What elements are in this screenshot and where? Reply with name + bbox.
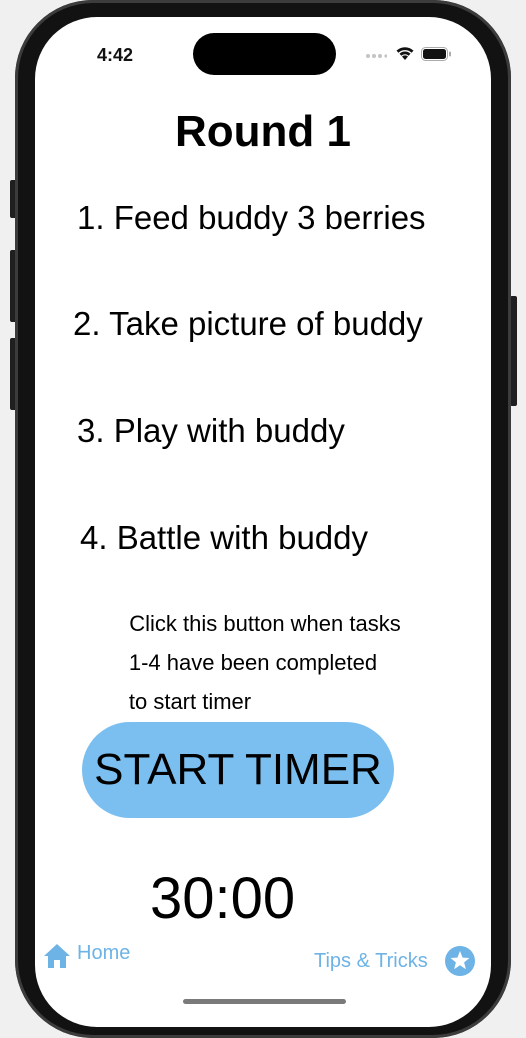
power-button xyxy=(510,296,517,406)
home-indicator xyxy=(183,999,346,1004)
instruction-text: Click this button when tasks xyxy=(129,611,401,636)
instruction-text: 1-4 have been completed xyxy=(128,650,378,675)
tab-tips-label: Tips & Tricks xyxy=(314,949,428,972)
tab-tips-and-tricks[interactable]: Tips & Tricks xyxy=(314,945,476,977)
timer-display: 30:00 xyxy=(150,866,296,931)
task-item: 3. Play with buddy xyxy=(77,412,345,449)
tab-home[interactable]: Home xyxy=(43,941,131,969)
status-icons xyxy=(365,45,460,65)
house-icon xyxy=(44,944,70,968)
page-title: Round 1 xyxy=(175,107,351,156)
tab-home-label: Home xyxy=(77,941,131,964)
task-item: 1. Feed buddy 3 berries xyxy=(77,199,426,236)
wifi-icon xyxy=(396,47,414,60)
task-item: 2. Take picture of buddy xyxy=(73,305,423,342)
phone-screen: 4:42 Round 1 1. Feed buddy 3 berries 2. … xyxy=(35,17,491,1027)
task-item: 4. Battle with buddy xyxy=(80,519,369,556)
instruction-text: to start timer xyxy=(128,689,252,714)
status-time: 4:42 xyxy=(97,45,134,65)
battery-icon xyxy=(421,47,451,61)
star-circle-icon xyxy=(444,946,475,976)
signal-icon xyxy=(366,54,387,58)
start-timer-button[interactable]: START TIMER xyxy=(82,722,394,818)
dynamic-island xyxy=(193,33,336,75)
